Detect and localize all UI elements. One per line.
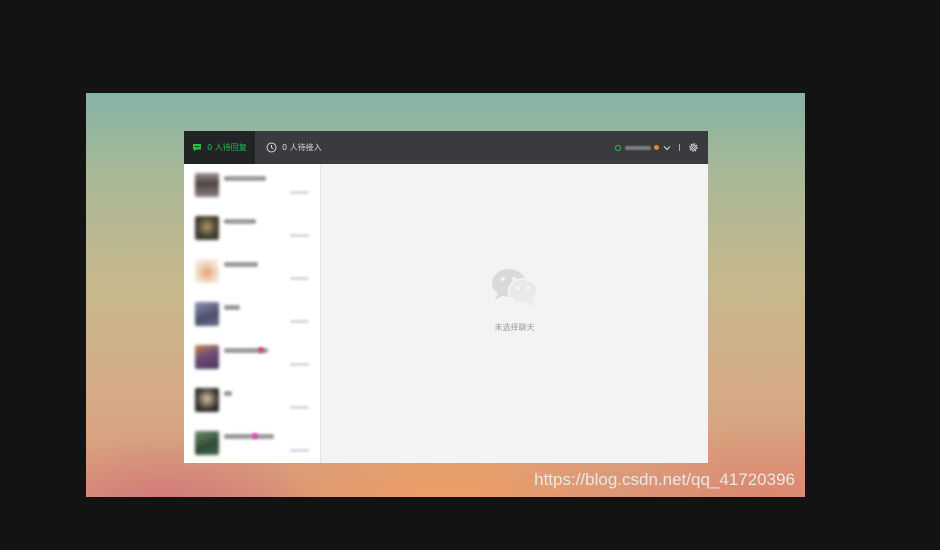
timestamp-blurred — [290, 277, 309, 280]
wechat-logo-icon — [490, 267, 540, 313]
contact-name-blurred — [224, 391, 232, 396]
list-item[interactable] — [184, 250, 320, 293]
list-item[interactable] — [184, 336, 320, 379]
list-item[interactable] — [184, 207, 320, 250]
avatar — [195, 388, 219, 412]
avatar — [195, 431, 219, 455]
chat-area: 未选择聊天 — [321, 164, 708, 463]
tab-pending-reply[interactable]: 0 人待回复 — [184, 131, 255, 164]
online-status-icon — [615, 144, 621, 151]
divider — [679, 144, 680, 151]
tab-pending-access-label: 0 人待接入 — [282, 143, 322, 152]
emoji-blurred — [258, 347, 264, 353]
timestamp-blurred — [290, 191, 309, 194]
contact-name-blurred — [224, 262, 258, 267]
timestamp-blurred — [290, 406, 309, 409]
timestamp-blurred — [290, 363, 309, 366]
tab-pending-access[interactable]: 0 人待接入 — [255, 131, 355, 164]
desktop-wallpaper: 0 人待回复 0 人待接入 未选择聊天 — [86, 93, 805, 497]
watermark: https://blog.csdn.net/qq_41720396 — [534, 470, 795, 489]
timestamp-blurred — [290, 320, 309, 323]
timestamp-blurred — [290, 449, 309, 452]
emoji-blurred — [252, 433, 258, 439]
chevron-down-icon[interactable] — [663, 145, 671, 151]
avatar — [195, 173, 219, 197]
top-bar: 0 人待回复 0 人待接入 — [184, 131, 708, 164]
avatar — [195, 216, 219, 240]
gear-icon[interactable] — [688, 142, 699, 153]
contact-name-blurred — [224, 219, 256, 224]
clock-icon — [266, 142, 277, 153]
tab-pending-reply-label: 0 人待回复 — [207, 143, 247, 152]
list-item[interactable] — [184, 164, 320, 207]
list-item[interactable] — [184, 293, 320, 336]
list-item[interactable] — [184, 379, 320, 422]
contact-name-blurred — [224, 176, 266, 181]
customer-service-window: 0 人待回复 0 人待接入 未选择聊天 — [184, 131, 708, 463]
account-name-blurred — [625, 145, 651, 150]
avatar — [195, 259, 219, 283]
notification-badge — [654, 145, 659, 150]
avatar — [195, 302, 219, 326]
empty-state-text: 未选择聊天 — [494, 323, 535, 332]
account-status[interactable] — [615, 131, 699, 164]
contact-name-blurred — [224, 434, 274, 439]
avatar — [195, 345, 219, 369]
conversation-list — [184, 164, 321, 463]
chat-bubble-icon — [192, 143, 202, 152]
timestamp-blurred — [290, 234, 309, 237]
contact-name-blurred — [224, 305, 240, 310]
list-item[interactable] — [184, 422, 320, 463]
